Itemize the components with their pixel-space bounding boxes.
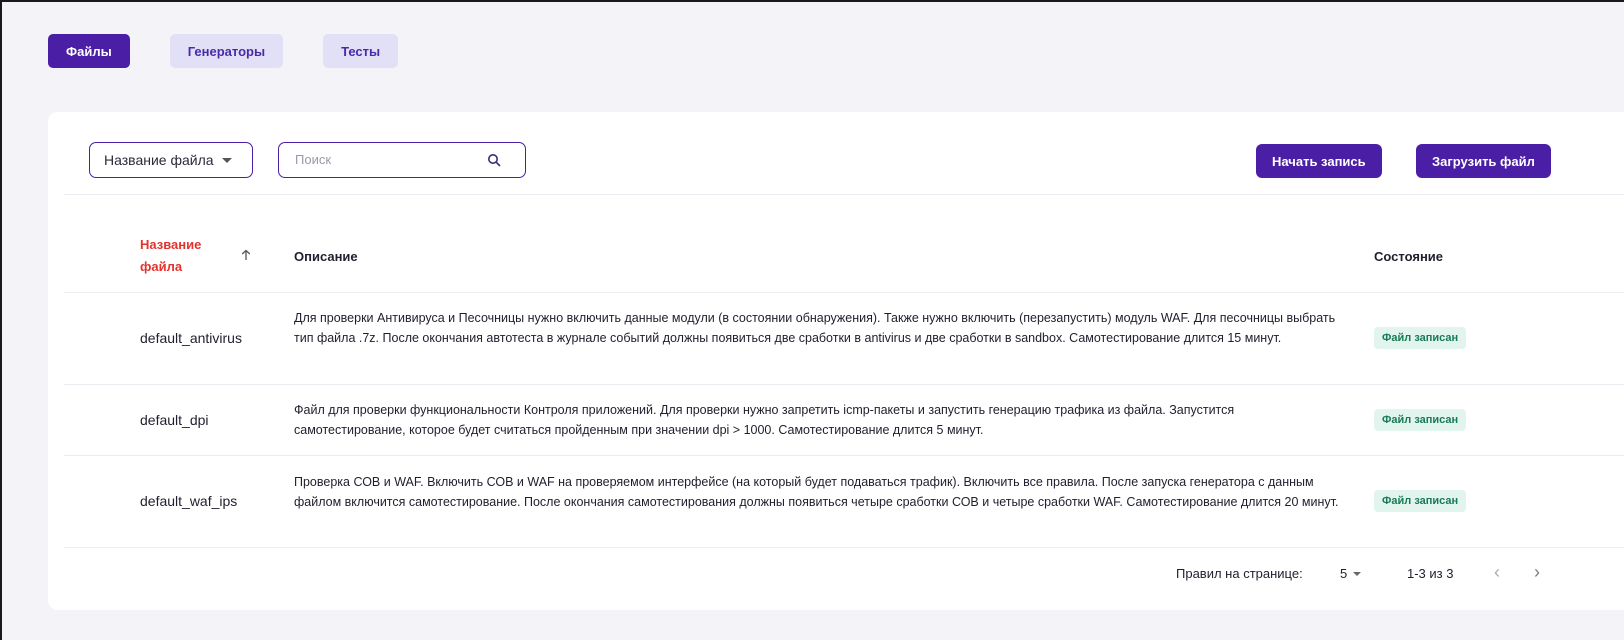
filter-field-select[interactable]: Название файла bbox=[89, 142, 253, 178]
top-tabs: Файлы Генераторы Тесты bbox=[48, 34, 399, 68]
table-row[interactable]: default_waf_ips Проверка СОВ и WAF. Вклю… bbox=[64, 456, 1624, 548]
next-page-icon[interactable]: › bbox=[1534, 562, 1540, 583]
page-range: 1-3 из 3 bbox=[1407, 566, 1454, 581]
row-description: Для проверки Антивируса и Песочницы нужн… bbox=[294, 311, 1336, 345]
rows-per-page-label: Правил на странице: bbox=[1176, 566, 1303, 581]
rows-per-page-value: 5 bbox=[1340, 566, 1348, 581]
status-badge: Файл записан bbox=[1374, 490, 1467, 512]
column-header-name[interactable]: Название файла bbox=[140, 234, 220, 278]
start-recording-button[interactable]: Начать запись bbox=[1256, 144, 1382, 178]
prev-page-icon[interactable]: ‹ bbox=[1494, 562, 1500, 583]
status-badge: Файл записан bbox=[1374, 409, 1467, 431]
filter-field-label: Название файла bbox=[104, 152, 214, 168]
row-description: Проверка СОВ и WAF. Включить СОВ и WAF н… bbox=[294, 475, 1339, 509]
status-badge: Файл записан bbox=[1374, 327, 1467, 349]
row-file-name: default_antivirus bbox=[140, 330, 242, 346]
chevron-down-icon bbox=[221, 157, 232, 163]
row-description: Файл для проверки функциональности Контр… bbox=[294, 403, 1235, 437]
row-file-name: default_waf_ips bbox=[140, 493, 238, 509]
table-header: Название файла Описание Состояние bbox=[64, 222, 1624, 293]
tab-files[interactable]: Файлы bbox=[48, 34, 130, 68]
pagination: Правил на странице: 5 1-3 из 3 ‹ › bbox=[48, 554, 1608, 594]
table-row[interactable]: default_antivirus Для проверки Антивирус… bbox=[64, 293, 1624, 385]
column-header-description: Описание bbox=[294, 249, 358, 264]
toolbar: Название файла Начать запись Загрузить ф… bbox=[48, 112, 1608, 194]
search-icon[interactable] bbox=[487, 153, 501, 172]
rows-per-page-select[interactable]: 5 bbox=[1340, 566, 1362, 581]
upload-file-button[interactable]: Загрузить файл bbox=[1416, 144, 1551, 178]
row-file-name: default_dpi bbox=[140, 412, 209, 428]
files-card: Название файла Начать запись Загрузить ф… bbox=[48, 112, 1624, 610]
column-header-state: Состояние bbox=[1374, 249, 1444, 264]
tab-generators[interactable]: Генераторы bbox=[169, 34, 284, 68]
search-box bbox=[278, 142, 526, 178]
tab-tests[interactable]: Тесты bbox=[323, 34, 399, 68]
toolbar-divider bbox=[64, 194, 1624, 195]
sort-ascending-icon[interactable] bbox=[240, 248, 252, 266]
chevron-down-icon bbox=[1353, 571, 1362, 576]
table-row[interactable]: default_dpi Файл для проверки функционал… bbox=[64, 385, 1624, 456]
app-frame: Файлы Генераторы Тесты Название файла На… bbox=[0, 0, 1624, 640]
search-input[interactable] bbox=[293, 151, 477, 168]
